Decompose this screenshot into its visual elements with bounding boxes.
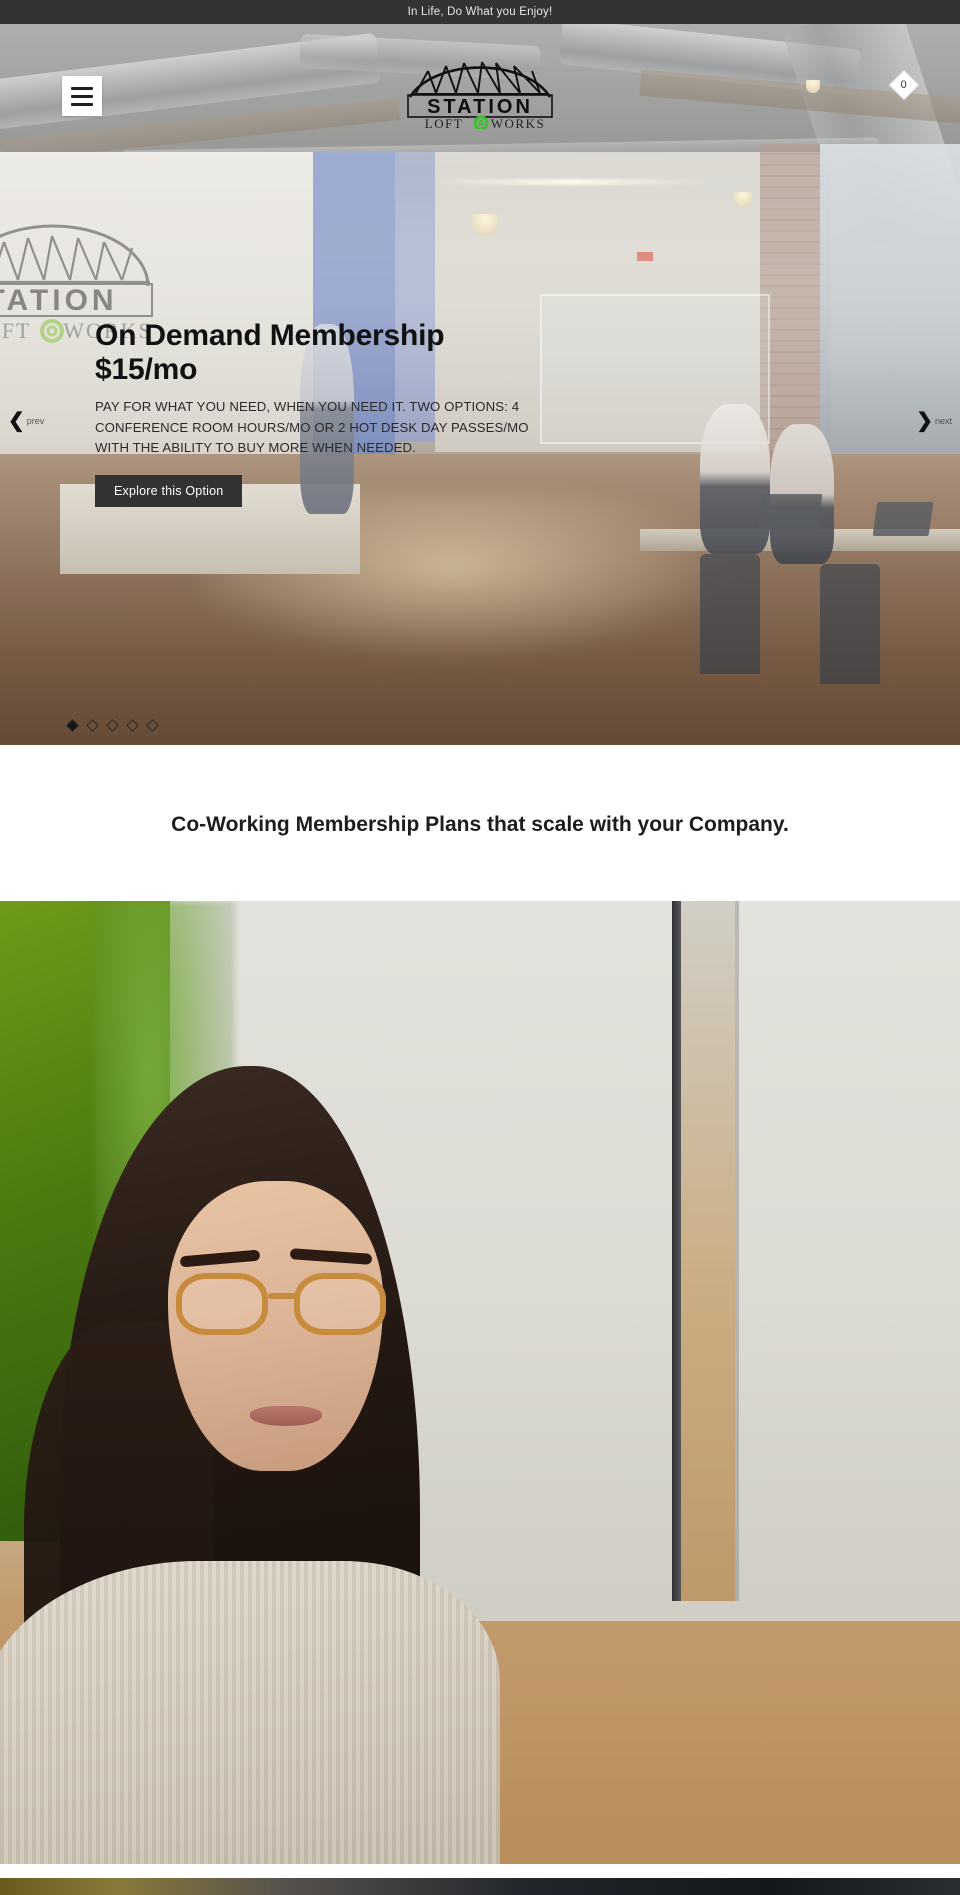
carousel-pagination	[66, 719, 159, 732]
hero-slide-content: On Demand Membership $15/mo PAY FOR WHAT…	[95, 319, 565, 507]
chevron-left-icon: ❮	[8, 410, 25, 432]
hero-slide-description: PAY FOR WHAT YOU NEED, WHEN YOU NEED IT.…	[95, 399, 529, 456]
cart-count: 0	[900, 78, 908, 91]
announcement-bar: In Life, Do What you Enjoy!	[0, 0, 960, 24]
carousel-dot-5[interactable]	[146, 719, 159, 732]
photo-wall-panel	[681, 901, 735, 1602]
hamburger-icon-bar	[71, 94, 93, 98]
plans-heading-line-1: Co-Working Membership Plans that scale w…	[171, 813, 632, 836]
plans-heading: Co-Working Membership Plans that scale w…	[170, 811, 790, 839]
carousel-prev-button[interactable]: ❮ prev	[8, 411, 44, 431]
glasses-lens	[176, 1273, 268, 1336]
section-gap	[0, 1864, 960, 1879]
carousel-dot-1[interactable]	[66, 719, 79, 732]
next-section-preview	[0, 1878, 960, 1895]
carousel-next-button[interactable]: ❯ next	[916, 411, 952, 431]
photo-wall-edge	[735, 901, 739, 1602]
hero-title-line-1: On Demand Membership	[95, 319, 445, 352]
svg-text:LOFT: LOFT	[0, 318, 32, 343]
explore-option-button[interactable]: Explore this Option	[95, 474, 243, 507]
cart-diamond-icon: 0	[888, 69, 920, 101]
carousel-dot-3[interactable]	[106, 719, 119, 732]
chevron-right-icon: ❯	[916, 410, 933, 432]
plans-heading-section: Co-Working Membership Plans that scale w…	[0, 745, 960, 902]
gear-icon	[473, 115, 489, 129]
carousel-dot-4[interactable]	[126, 719, 139, 732]
cart-button[interactable]: 0	[888, 69, 920, 101]
hero-title-line-2: $15/mo	[95, 353, 198, 387]
logo-secondary-left: LOFT	[425, 116, 464, 129]
svg-text:TATION: TATION	[0, 284, 118, 317]
photo-person-glasses	[176, 1273, 386, 1337]
site-logo[interactable]: STATION LOFT WORKS	[390, 57, 570, 129]
hamburger-icon-bar	[71, 102, 93, 106]
hero-slide-title: On Demand Membership $15/mo	[95, 319, 565, 387]
photo-wall-edge	[672, 901, 681, 1602]
photo-person-sweater	[0, 1561, 500, 1865]
logo-secondary-right: WORKS	[491, 116, 545, 129]
announcement-text: In Life, Do What you Enjoy!	[407, 6, 553, 18]
feature-photo-section: BURST	[0, 901, 960, 1865]
hero-carousel: TATION LOFT WORKS	[0, 24, 960, 745]
hamburger-icon-bar	[71, 86, 93, 90]
site-header: STATION LOFT WORKS 0	[0, 24, 960, 144]
carousel-prev-label: prev	[26, 416, 45, 426]
glasses-lens	[294, 1273, 386, 1336]
glasses-bridge	[268, 1293, 296, 1300]
carousel-next-label: next	[934, 416, 952, 426]
carousel-dot-2[interactable]	[86, 719, 99, 732]
logo-primary-text: STATION	[427, 96, 533, 118]
plans-heading-line-2: your Company.	[637, 813, 789, 836]
hamburger-menu-button[interactable]	[62, 76, 102, 116]
